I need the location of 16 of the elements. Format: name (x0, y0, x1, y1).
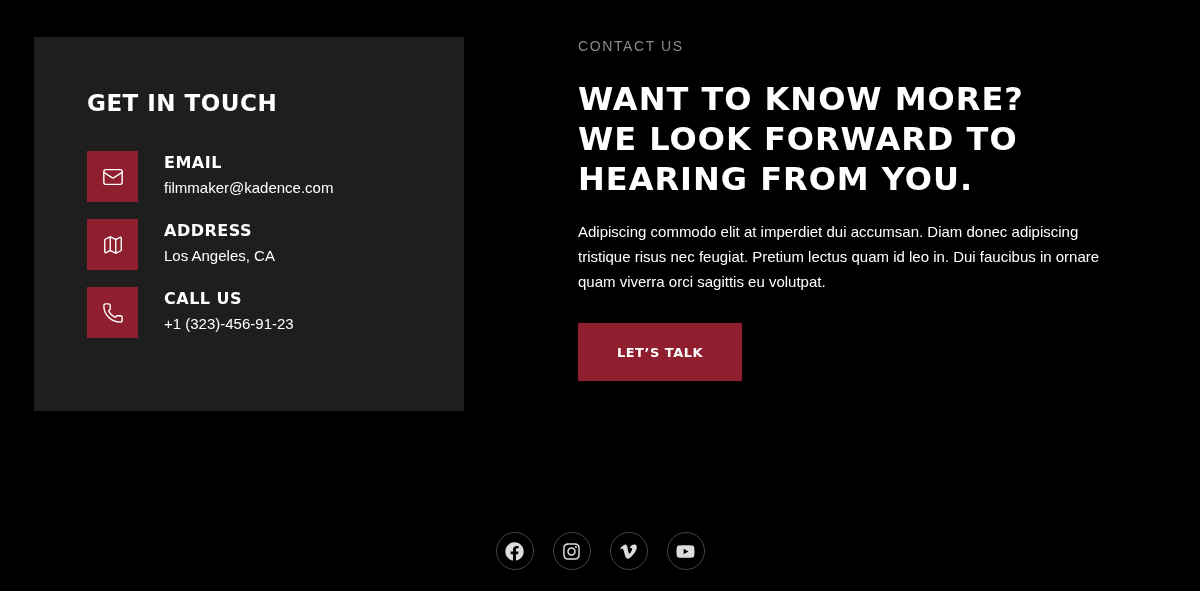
contact-label: EMAIL (164, 152, 223, 174)
contact-label: ADDRESS (164, 220, 254, 242)
contact-label: CALL US (164, 288, 244, 310)
map-icon (101, 233, 124, 256)
contact-value: filmmaker@kadence.com (164, 178, 334, 198)
facebook-icon (505, 541, 524, 561)
body-text: Adipiscing commodo elit at imperdiet dui accumsan. Diam donec adipiscing tristique risus nec feugiat. Pretium lectus quam id leo in. Dui faucibus in ornare quam viverra orci sagittis eu volutpat. (578, 222, 1101, 292)
lets-talk-button[interactable]: LET’S TALK (578, 323, 742, 381)
headline: WANT TO KNOW MORE? WE LOOK FORWARD TO HEARING FROM YOU. (578, 79, 1025, 199)
contact-value: Los Angeles, CA (164, 246, 275, 266)
vimeo-icon (619, 541, 638, 561)
instagram-icon (562, 541, 581, 561)
card-title: GET IN TOUCH (87, 89, 279, 117)
eyebrow-text: CONTACT US (578, 37, 685, 55)
contact-value: +1 (323)-456-91-23 (164, 314, 294, 334)
phone-icon (101, 301, 124, 324)
